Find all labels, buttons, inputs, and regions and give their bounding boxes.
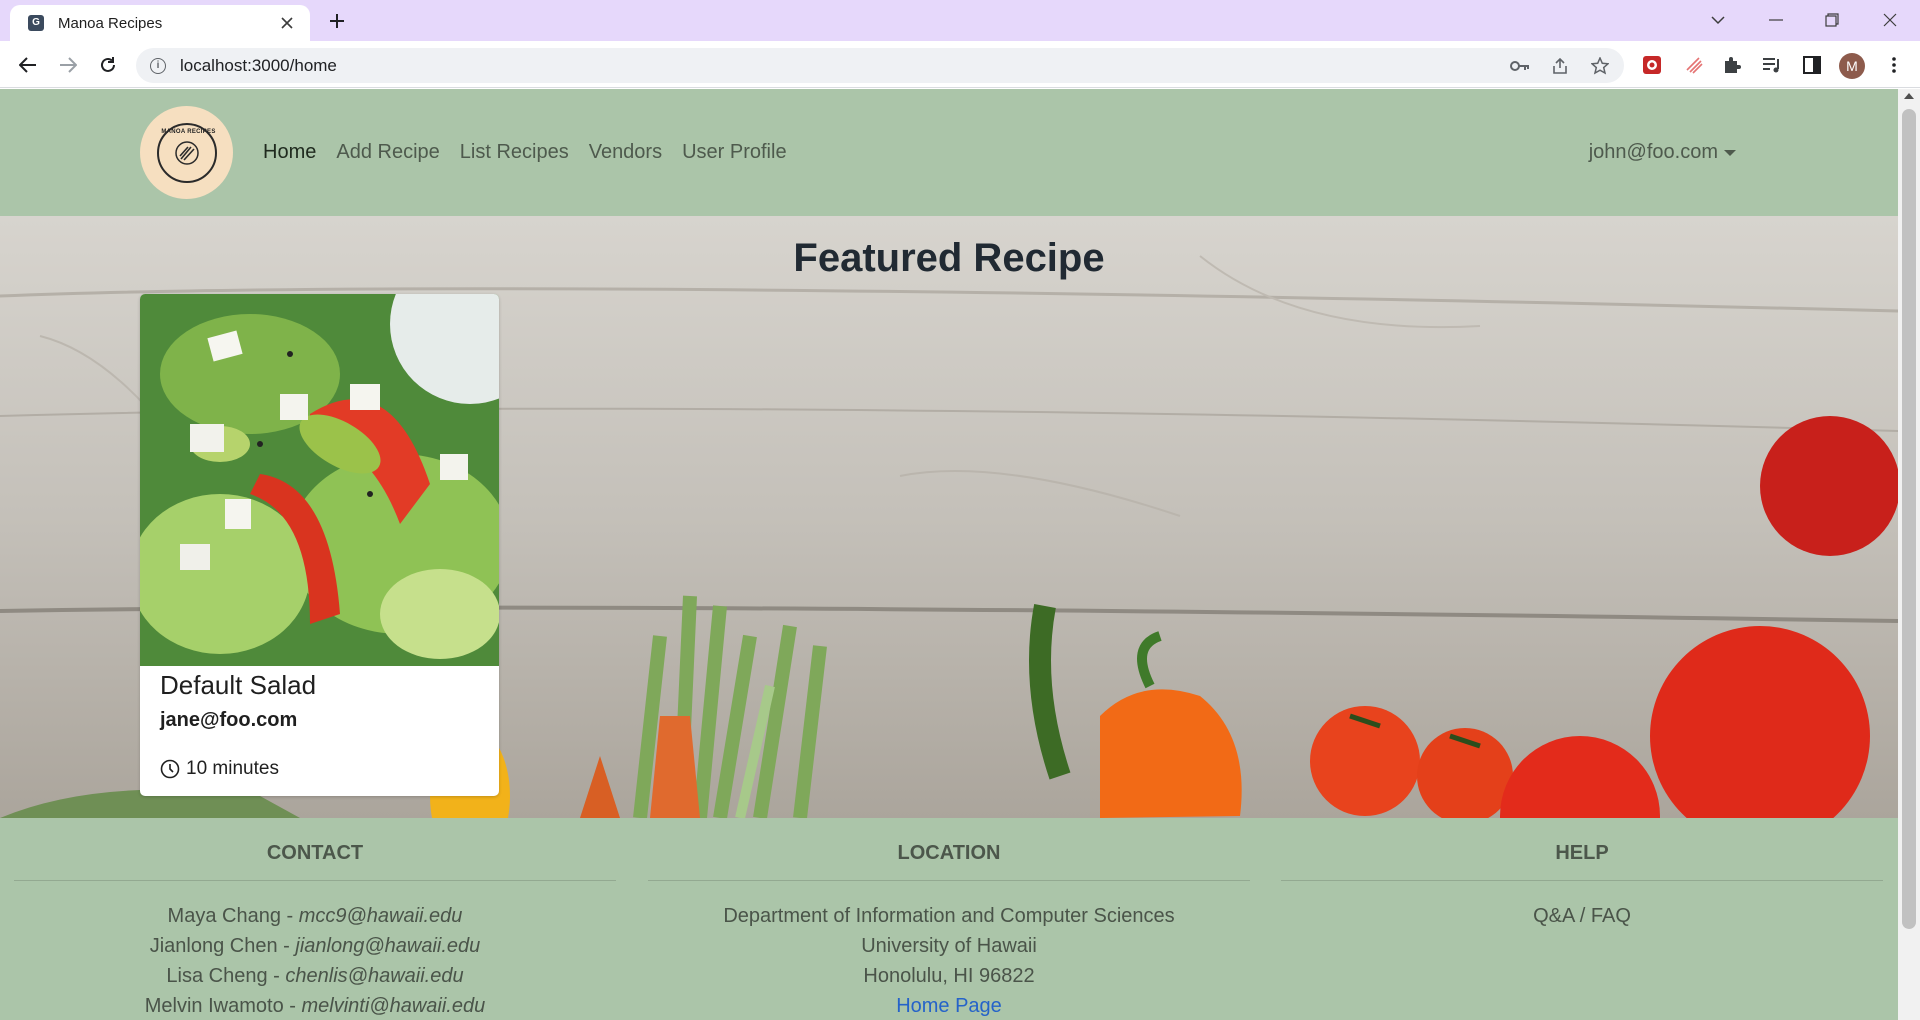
faq-link[interactable]: Q&A / FAQ [1533, 905, 1631, 927]
address-bar[interactable]: i localhost:3000/home [136, 48, 1624, 83]
bookmark-star-icon[interactable] [1590, 56, 1610, 76]
contact-name: Lisa Cheng - [166, 965, 286, 987]
contact-item: Lisa Cheng - chenlis@hawaii.edu [14, 961, 616, 991]
footer-divider [648, 880, 1250, 881]
reading-list-icon[interactable] [1760, 53, 1784, 77]
nav-list-recipes[interactable]: List Recipes [460, 141, 569, 164]
scroll-up-arrow-icon[interactable] [1904, 93, 1914, 99]
user-dropdown[interactable]: john@foo.com [1589, 89, 1736, 216]
recipe-owner: jane@foo.com [160, 709, 298, 731]
recipe-card[interactable]: Default Salad jane@foo.com 10 minutes [140, 294, 499, 796]
extension-red-icon[interactable] [1640, 53, 1664, 77]
contact-list: Maya Chang - mcc9@hawaii.edu Jianlong Ch… [14, 901, 616, 1020]
tab-close-icon[interactable] [276, 12, 298, 34]
contact-email: jianlong@hawaii.edu [295, 935, 481, 957]
profile-avatar[interactable]: M [1839, 53, 1865, 79]
contact-name: Maya Chang - [167, 905, 299, 927]
footer-contact-column: CONTACT Maya Chang - mcc9@hawaii.edu Jia… [14, 818, 616, 1020]
extension-stripes-icon[interactable] [1682, 53, 1706, 77]
new-tab-plus-icon[interactable] [322, 9, 352, 33]
featured-recipe-title: Featured Recipe [793, 236, 1105, 280]
recipe-time: 10 minutes [160, 758, 479, 780]
reload-icon[interactable] [92, 49, 124, 81]
footer-location-column: LOCATION Department of Information and C… [648, 818, 1250, 1020]
contact-email: chenlis@hawaii.edu [285, 965, 464, 987]
key-icon[interactable] [1510, 56, 1530, 76]
close-window-icon[interactable] [1870, 6, 1910, 34]
address-url[interactable]: localhost:3000/home [180, 56, 337, 76]
site-info-icon[interactable]: i [150, 57, 166, 74]
contact-item: Jianlong Chen - jianlong@hawaii.edu [14, 931, 616, 961]
nav-links: Home Add Recipe List Recipes Vendors Use… [263, 89, 787, 216]
salad-image [140, 294, 499, 666]
page-viewport: MANOA RECIPES Home Add Recipe List Recip… [0, 89, 1920, 1020]
nav-add-recipe[interactable]: Add Recipe [336, 141, 439, 164]
tab-title: Manoa Recipes [58, 14, 163, 32]
browser-tab-strip: G Manoa Recipes [0, 0, 1920, 41]
share-icon[interactable] [1550, 56, 1570, 76]
browser-tab[interactable]: G Manoa Recipes [10, 5, 310, 41]
footer-divider [14, 880, 616, 881]
contact-email: mcc9@hawaii.edu [298, 905, 463, 927]
back-arrow-icon[interactable] [12, 49, 44, 81]
nav-home[interactable]: Home [263, 141, 316, 164]
browser-toolbar: i localhost:3000/home M [0, 41, 1920, 88]
user-email: john@foo.com [1588, 141, 1718, 163]
contact-item: Melvin Iwamoto - melvinti@hawaii.edu [14, 991, 616, 1020]
clock-icon [160, 759, 180, 779]
contact-name: Jianlong Chen - [149, 935, 296, 957]
site-navbar: MANOA RECIPES Home Add Recipe List Recip… [0, 89, 1898, 216]
nav-vendors[interactable]: Vendors [589, 141, 662, 164]
help-lines: Q&A / FAQ [1281, 901, 1883, 931]
home-page-link[interactable]: Home Page [896, 995, 1002, 1017]
hero-section: Featured Recipe Default Salad jane@foo.c… [0, 216, 1898, 818]
tab-favicon-icon: G [28, 15, 44, 31]
restore-window-icon[interactable] [1812, 6, 1852, 34]
contact-email: melvinti@hawaii.edu [301, 995, 486, 1017]
footer-divider [1281, 880, 1883, 881]
footer-location-heading: LOCATION [897, 842, 1001, 864]
location-city: Honolulu, HI 96822 [863, 965, 1035, 987]
side-panel-icon[interactable] [1800, 53, 1824, 77]
location-department: Department of Information and Computer S… [723, 905, 1175, 927]
nav-user-profile[interactable]: User Profile [682, 141, 786, 164]
manoa-recipes-logo[interactable]: MANOA RECIPES [140, 106, 233, 199]
extensions-puzzle-icon[interactable] [1720, 53, 1744, 77]
location-lines: Department of Information and Computer S… [648, 901, 1250, 1020]
scrollbar-thumb[interactable] [1902, 109, 1916, 929]
footer-help-column: HELP Q&A / FAQ [1281, 818, 1883, 931]
contact-name: Melvin Iwamoto - [144, 995, 302, 1017]
caret-down-icon [1724, 149, 1736, 156]
more-menu-icon[interactable] [1882, 53, 1906, 77]
logo-emblem: MANOA RECIPES [156, 122, 217, 183]
tab-search-chevron-icon[interactable] [1698, 6, 1738, 34]
minimize-icon[interactable] [1756, 6, 1796, 34]
page-scrollbar[interactable] [1898, 89, 1920, 1020]
utensils-icon [174, 140, 199, 165]
footer-help-heading: HELP [1555, 842, 1609, 864]
recipe-card-body: Default Salad jane@foo.com 10 minutes [160, 670, 479, 780]
contact-item: Maya Chang - mcc9@hawaii.edu [14, 901, 616, 931]
footer-contact-heading: CONTACT [266, 842, 364, 864]
location-university: University of Hawaii [861, 935, 1037, 957]
forward-arrow-icon[interactable] [52, 49, 84, 81]
site-footer: CONTACT Maya Chang - mcc9@hawaii.edu Jia… [0, 818, 1898, 1020]
logo-text: MANOA RECIPES [161, 128, 216, 135]
recipe-title: Default Salad [160, 670, 317, 700]
recipe-time-text: 10 minutes [186, 758, 279, 779]
